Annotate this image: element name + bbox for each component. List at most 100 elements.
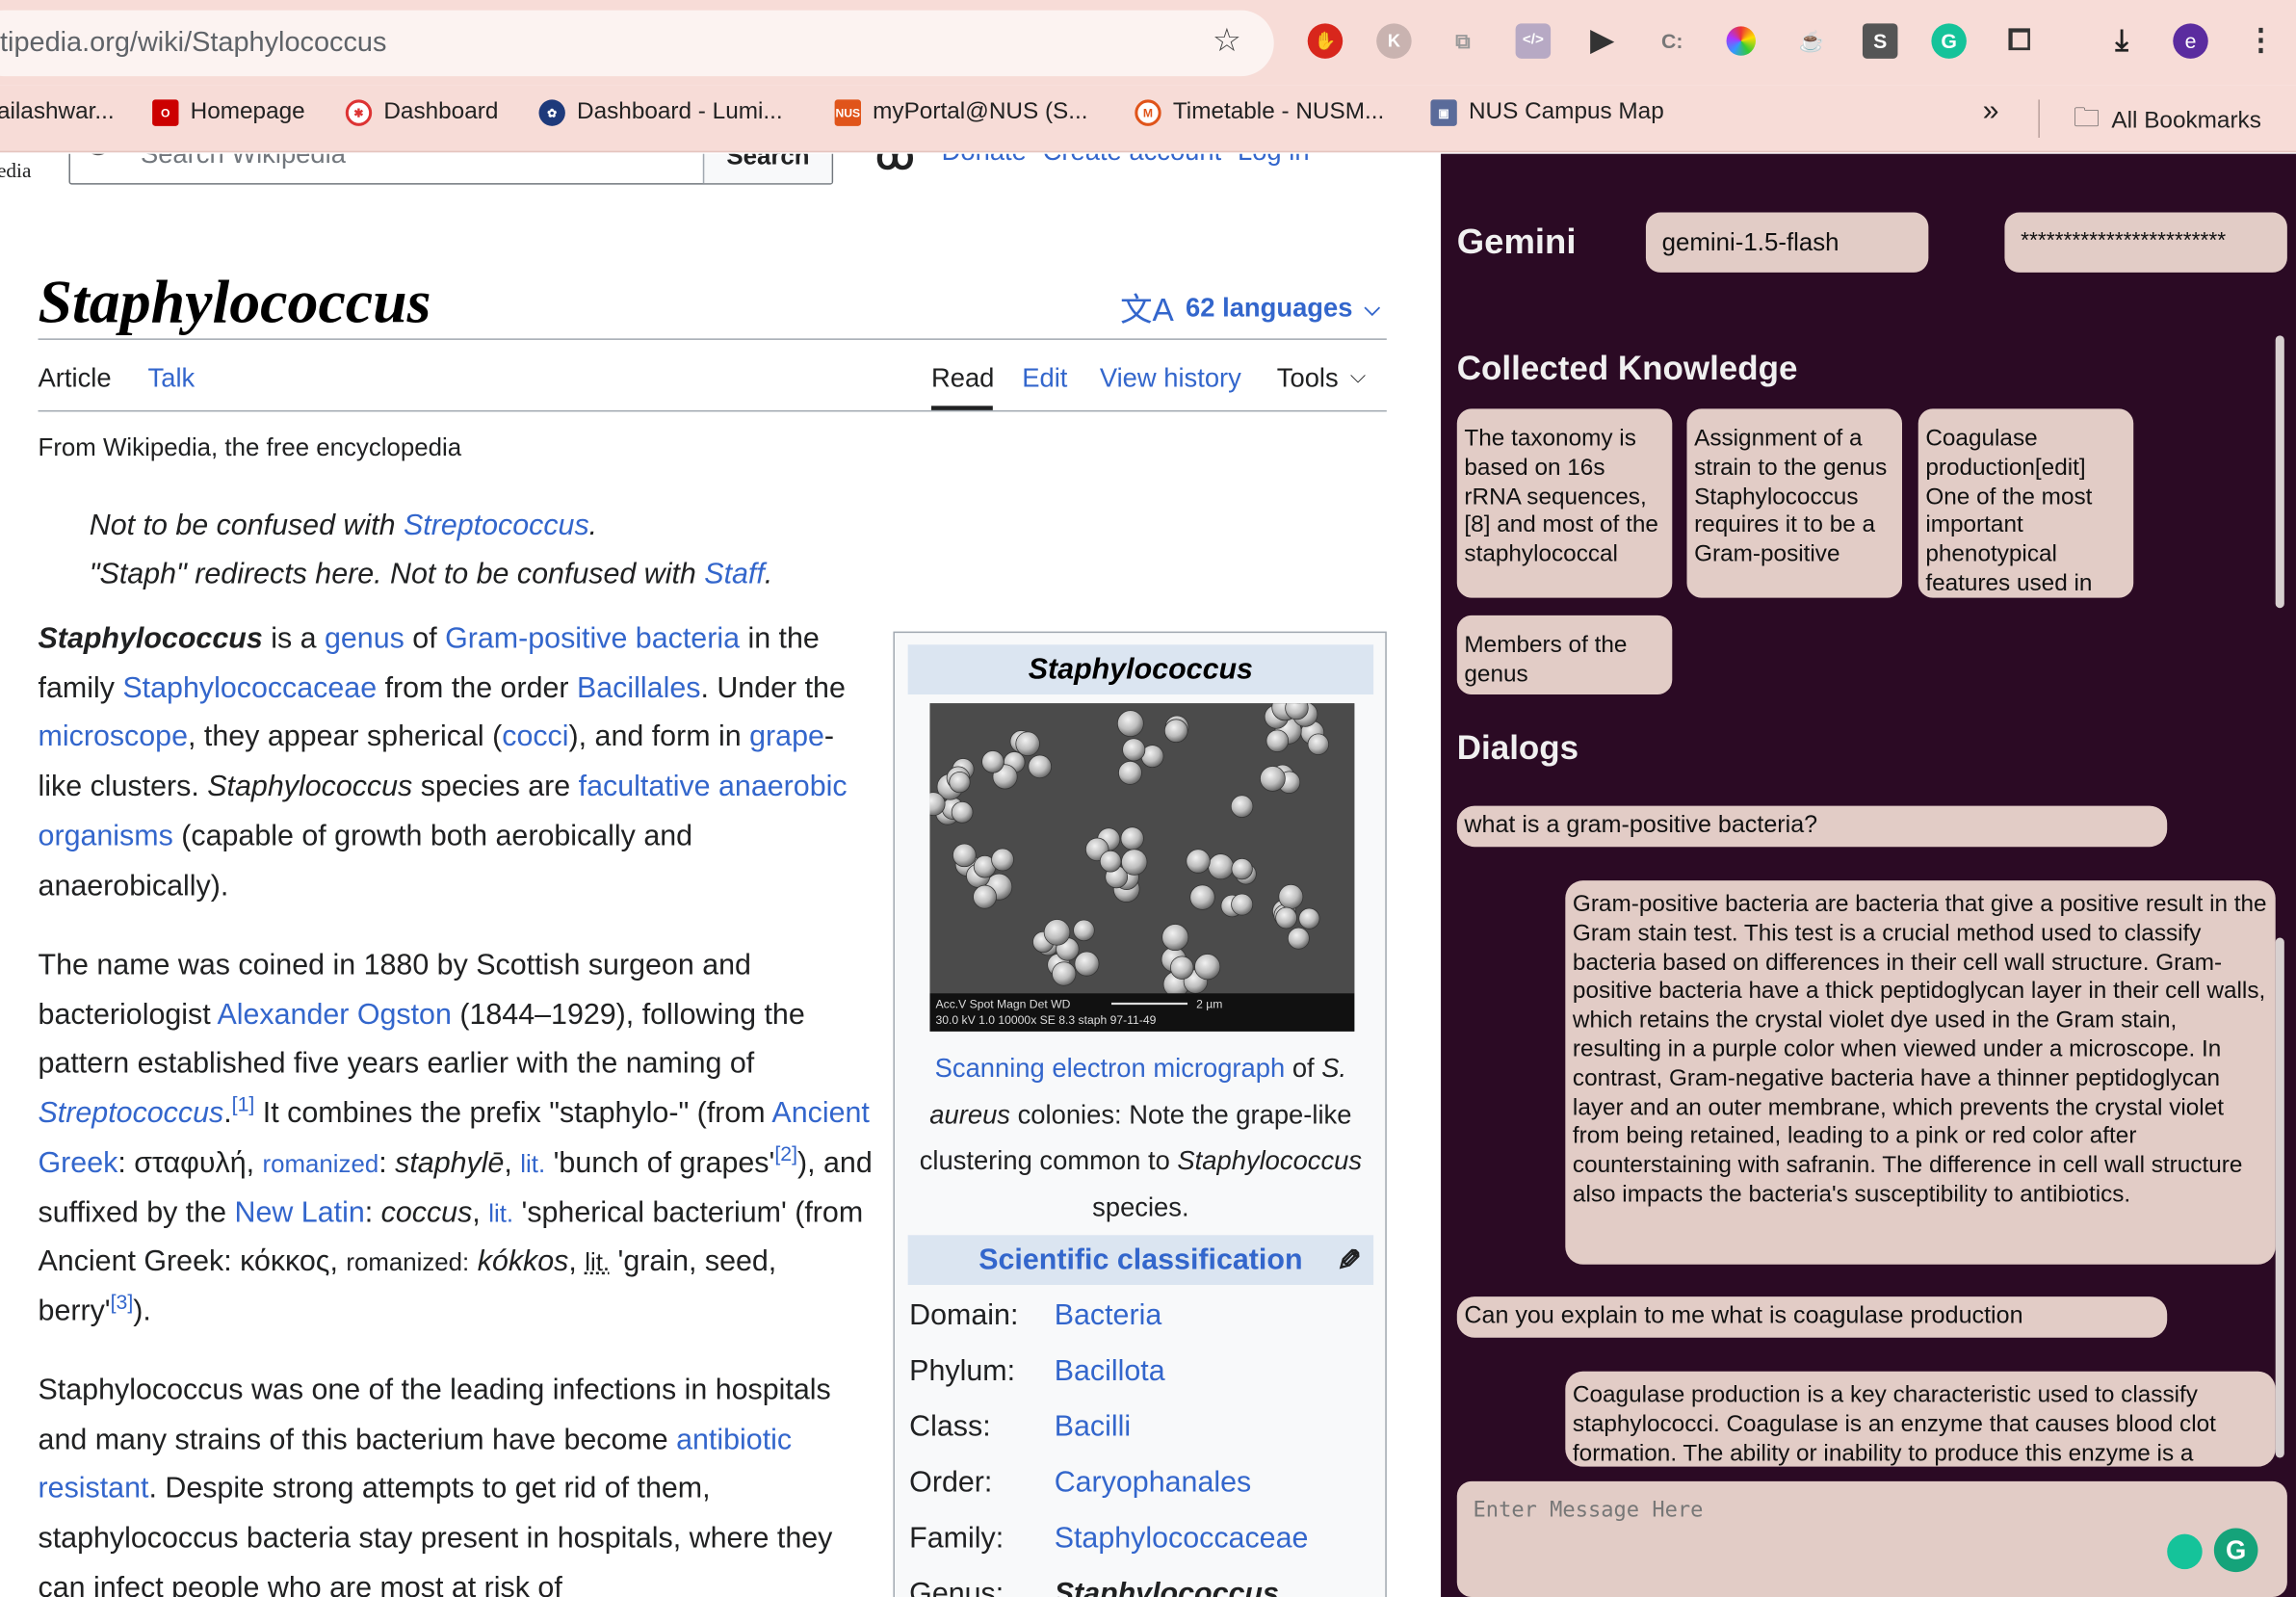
hatnote-link[interactable]: Streptococcus xyxy=(404,510,589,541)
bookmark-item[interactable]: NUS myPortal@NUS (S... xyxy=(834,99,1088,126)
taxon-value-link[interactable]: Bacteria xyxy=(1055,1299,1162,1333)
article-link[interactable]: New Latin xyxy=(235,1196,365,1228)
tab-talk[interactable]: Talk xyxy=(148,363,196,394)
s-extension-icon[interactable]: S xyxy=(1862,23,1898,59)
wiki-search-button[interactable]: Search xyxy=(702,153,832,184)
language-selector[interactable]: 文A 62 languages ⌵ xyxy=(1120,284,1380,331)
tab-view-history[interactable]: View history xyxy=(1100,363,1241,394)
grammarly-icon[interactable]: G xyxy=(2213,1528,2258,1573)
citation-link[interactable]: [2] xyxy=(774,1141,797,1165)
knowledge-card[interactable]: Members of the genus xyxy=(1456,615,1673,695)
article-link[interactable]: antibiotic resistant xyxy=(39,1424,793,1505)
c-extension-icon[interactable]: C: xyxy=(1655,23,1689,59)
taxon-value-link[interactable]: Bacilli xyxy=(1055,1411,1131,1445)
taxon-value-link[interactable]: Bacillota xyxy=(1055,1355,1165,1389)
article-link[interactable]: genus xyxy=(325,622,404,654)
taxon-value-link[interactable]: Caryophanales xyxy=(1055,1467,1252,1501)
menu-kebab-icon[interactable]: ⋮ xyxy=(2243,23,2278,59)
article-link[interactable]: facultative anaerobic organisms xyxy=(39,771,848,852)
message-input[interactable]: Enter Message Here G xyxy=(1456,1480,2287,1597)
hatnote-link[interactable]: Staff xyxy=(704,559,765,590)
scientific-classification-link[interactable]: Scientific classification xyxy=(978,1244,1302,1277)
code-extension-icon[interactable]: </> xyxy=(1515,23,1552,59)
bookmark-item[interactable]: ✿ Dashboard - Lumi... xyxy=(538,99,783,126)
article-link[interactable]: romanized xyxy=(263,1150,379,1178)
article-link[interactable]: lit. xyxy=(488,1199,513,1227)
hatnote: Not to be confused with Streptococcus. xyxy=(89,510,598,542)
grammarly-tip-icon[interactable] xyxy=(2167,1533,2203,1570)
donate-link[interactable]: Donate xyxy=(942,154,1027,166)
bookmark-star-icon[interactable]: ☆ xyxy=(1213,24,1241,57)
bookmark-item[interactable]: O Homepage xyxy=(152,99,305,126)
article-link[interactable]: microscope xyxy=(39,721,188,753)
bookmarks-divider xyxy=(2038,99,2040,138)
article-link[interactable]: Bacillales xyxy=(577,672,700,704)
chevron-down-icon: ⌵ xyxy=(1364,295,1380,319)
taxon-label: Family: xyxy=(909,1522,1004,1555)
bookmark-item[interactable]: M Timetable - NUSM... xyxy=(1135,99,1384,126)
coccus-cell xyxy=(1275,906,1297,929)
personal-nav: Donate Create account Log in xyxy=(942,154,1310,168)
grammarly-extension-icon[interactable]: G xyxy=(1931,23,1967,59)
coccus-cell xyxy=(1122,738,1146,762)
svg-text:2 µm: 2 µm xyxy=(1196,998,1222,1011)
citation-link[interactable]: [3] xyxy=(111,1290,134,1313)
citation-link[interactable]: [1] xyxy=(232,1092,255,1115)
extensions-puzzle-icon[interactable]: ⧠ xyxy=(2001,23,2036,59)
caption-link[interactable]: Scanning electron micrograph xyxy=(935,1054,1286,1083)
article-link[interactable]: Alexander Ogston xyxy=(217,999,451,1031)
tagline: From Wikipedia, the free encyclopedia xyxy=(38,433,462,462)
tab-edit[interactable]: Edit xyxy=(1022,363,1067,394)
browser-toolbar: tipedia.org/wiki/Staphylococcus ☆ ✋ K ⧉ … xyxy=(0,0,2296,86)
bookmark-item[interactable]: ✱ Dashboard xyxy=(345,99,498,126)
adblock-extension-icon[interactable]: ✋ xyxy=(1307,23,1344,59)
knowledge-card[interactable]: Assignment of a strain to the genus Stap… xyxy=(1686,408,1902,598)
coffee-extension-icon[interactable]: ☕ xyxy=(1793,23,1828,59)
wiki-search-input[interactable]: Search Wikipedia Search xyxy=(68,153,834,185)
wiki-search-placeholder: Search Wikipedia xyxy=(140,153,346,169)
tab-read[interactable]: Read xyxy=(931,363,994,394)
svg-text:30.0 kV 1.0 10000x SE 8.3: 30.0 kV 1.0 10000x SE 8.3 staph 97-11-49 xyxy=(936,1013,1157,1027)
login-link[interactable]: Log in xyxy=(1238,154,1310,166)
article-link[interactable]: Streptococcus xyxy=(39,1097,224,1129)
dialog-scrollbar[interactable] xyxy=(2275,937,2284,1458)
knowledge-card[interactable]: Coagulase production[edit] One of the mo… xyxy=(1918,408,2134,598)
tab-article[interactable]: Article xyxy=(39,363,112,394)
coccus-cell xyxy=(1170,956,1194,980)
micrograph-graphic: Acc.V Spot Magn Det WD 30.0 kV 1.0 10000… xyxy=(929,703,1355,1032)
tools-menu[interactable]: Tools ⌵ xyxy=(1277,363,1366,394)
model-select[interactable]: gemini-1.5-flash xyxy=(1645,212,1929,273)
folder-icon: 🗀 xyxy=(2073,102,2100,132)
address-bar[interactable]: tipedia.org/wiki/Staphylococcus xyxy=(0,10,1274,77)
article-link[interactable]: Staphylococcaceae xyxy=(122,672,377,704)
bookmark-item[interactable]: ▣ NUS Campus Map xyxy=(1430,99,1664,126)
knowledge-card[interactable]: The taxonomy is based on 16s rRNA sequen… xyxy=(1456,408,1673,598)
article-link[interactable]: cocci xyxy=(502,721,568,753)
bookmark-item[interactable]: ailashwar... xyxy=(0,99,115,125)
appearance-icon[interactable]: ꝏ xyxy=(875,154,914,179)
k-extension-icon[interactable]: K xyxy=(1376,23,1412,59)
sem-micrograph-image[interactable]: Acc.V Spot Magn Det WD 30.0 kV 1.0 10000… xyxy=(929,703,1355,1032)
article-link[interactable]: Gram-positive bacteria xyxy=(445,622,740,654)
article-paragraph: The name was coined in 1880 by Scottish … xyxy=(38,949,873,1327)
coccus-cell xyxy=(1260,766,1286,792)
more-options-icon[interactable]: ••• xyxy=(1339,154,1372,166)
profile-avatar[interactable]: e xyxy=(2173,23,2208,59)
more-bookmarks-icon[interactable]: » xyxy=(1983,95,1999,129)
download-icon[interactable]: ⤓ xyxy=(2104,23,2139,59)
taxon-value-link[interactable]: Staphylococcaceae xyxy=(1055,1522,1309,1556)
coccus-cell xyxy=(1208,853,1235,880)
play-extension-icon[interactable]: ▶ xyxy=(1584,23,1619,59)
article-paragraph: Staphylococcus is a genus of Gram-positi… xyxy=(38,622,848,903)
create-account-link[interactable]: Create account xyxy=(1043,154,1222,166)
all-bookmarks-button[interactable]: 🗀 All Bookmarks xyxy=(2074,99,2261,144)
knowledge-scrollbar[interactable] xyxy=(2275,335,2284,609)
edit-pencil-icon[interactable]: ✎ xyxy=(1337,1243,1361,1279)
model-message: Coagulase production is a key characteri… xyxy=(1565,1371,2276,1467)
nus-crest-icon: ▣ xyxy=(1430,99,1457,126)
puzzle-piece-extension-icon[interactable]: ⧉ xyxy=(1446,23,1480,59)
api-key-input[interactable]: ************************ xyxy=(2004,212,2287,273)
color-wheel-extension-icon[interactable] xyxy=(1724,23,1759,59)
article-link[interactable]: lit. xyxy=(520,1150,545,1178)
article-link[interactable]: grape xyxy=(749,721,824,753)
